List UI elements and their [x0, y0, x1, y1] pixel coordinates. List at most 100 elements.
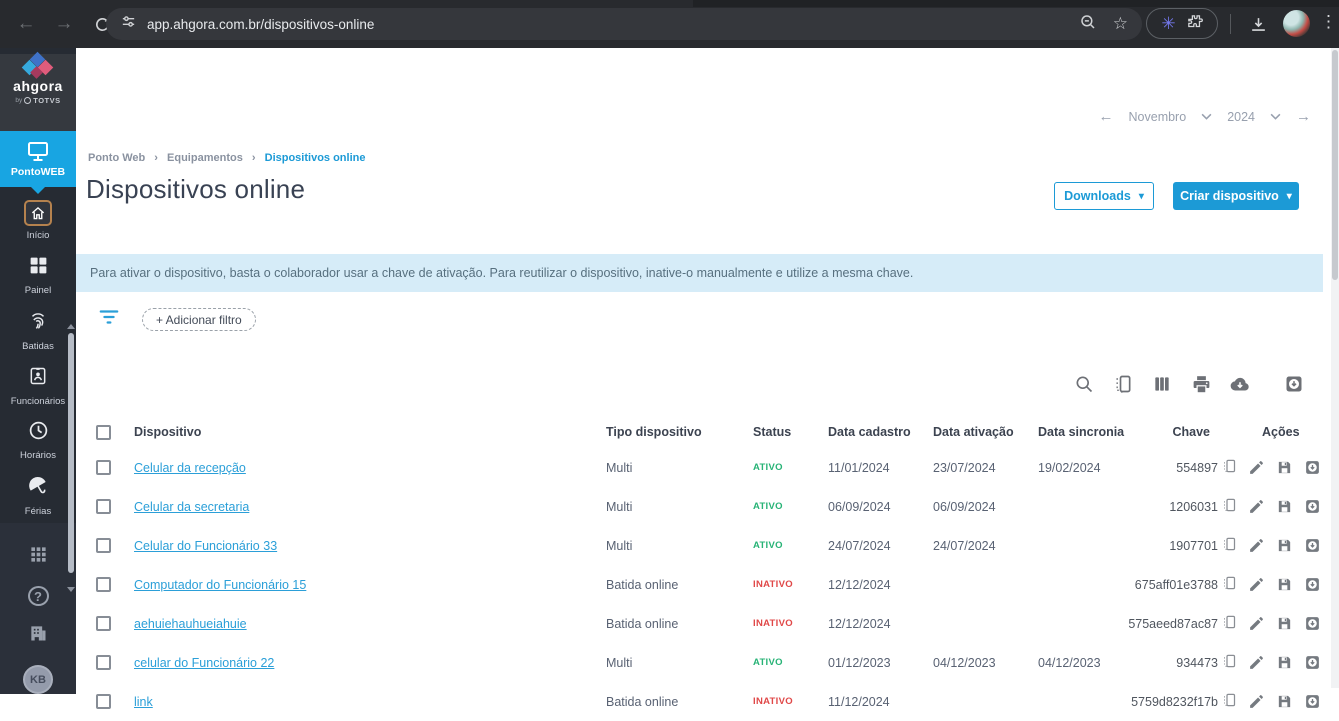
edit-icon[interactable] [1247, 498, 1265, 516]
save-icon[interactable] [1275, 498, 1293, 516]
breadcrumb-equipamentos[interactable]: Equipamentos [167, 152, 243, 164]
downloads-tray-icon[interactable] [1246, 12, 1270, 36]
device-link[interactable]: aehuiehauhueiahuie [134, 617, 247, 631]
device-link[interactable]: link [134, 695, 153, 709]
select-all-checkbox[interactable] [96, 424, 111, 440]
year-chevron-icon[interactable] [1270, 113, 1281, 120]
edit-icon[interactable] [1247, 654, 1265, 672]
export-archive-icon[interactable] [1283, 373, 1305, 395]
extensions-pill[interactable]: ✳ [1146, 8, 1218, 39]
archive-download-icon[interactable] [1303, 693, 1321, 711]
zoom-out-icon[interactable] [1079, 13, 1097, 36]
edit-icon[interactable] [1247, 576, 1265, 594]
browser-menu-icon[interactable]: ⋮ [1320, 12, 1337, 32]
bookmark-star-icon[interactable]: ☆ [1113, 14, 1128, 34]
print-icon[interactable] [1190, 373, 1212, 395]
copy-key-icon[interactable] [1222, 536, 1237, 555]
archive-download-icon[interactable] [1303, 498, 1321, 516]
table-row: aehuiehauhueiahuie Batida online INATIVO… [96, 604, 1323, 643]
prev-month-icon[interactable]: ← [1099, 108, 1114, 125]
copy-key-icon[interactable] [1222, 458, 1237, 477]
user-avatar[interactable]: KB [23, 665, 53, 694]
device-link[interactable]: Celular da recepção [134, 461, 246, 475]
filter-funnel-icon[interactable] [98, 308, 120, 331]
copy-key-icon[interactable] [1222, 692, 1237, 711]
edit-icon[interactable] [1247, 693, 1265, 711]
sidebar-item-horarios[interactable]: Horários [0, 420, 76, 475]
copy-key-icon[interactable] [1222, 575, 1237, 594]
sidebar-scroll-thumb[interactable] [68, 333, 74, 573]
breadcrumb-ponto-web[interactable]: Ponto Web [88, 152, 145, 164]
sidebar-item-batidas[interactable]: Batidas [0, 310, 76, 365]
status-badge: INATIVO [753, 579, 793, 590]
page-scroll-thumb[interactable] [1332, 50, 1338, 280]
row-checkbox[interactable] [96, 460, 111, 475]
save-icon[interactable] [1275, 615, 1293, 633]
copy-key-icon[interactable] [1222, 497, 1237, 516]
month-chevron-icon[interactable] [1201, 113, 1212, 120]
archive-download-icon[interactable] [1303, 459, 1321, 477]
archive-download-icon[interactable] [1303, 537, 1321, 555]
save-icon[interactable] [1275, 693, 1293, 711]
browser-forward-icon[interactable]: → [52, 12, 76, 36]
create-device-button[interactable]: Criar dispositivo ▾ [1173, 182, 1299, 210]
page-scrollbar[interactable] [1331, 48, 1339, 688]
next-month-icon[interactable]: → [1296, 108, 1311, 125]
edit-icon[interactable] [1247, 459, 1265, 477]
sidebar-scrollbar[interactable] [67, 324, 75, 654]
save-icon[interactable] [1275, 459, 1293, 477]
extensions-puzzle-icon[interactable] [1186, 13, 1203, 35]
url-text[interactable]: app.ahgora.com.br/dispositivos-online [147, 17, 1079, 32]
archive-download-icon[interactable] [1303, 576, 1321, 594]
row-checkbox[interactable] [96, 577, 111, 592]
help-icon[interactable]: ? [27, 586, 49, 607]
device-link[interactable]: Celular do Funcionário 33 [134, 539, 277, 553]
downloads-button[interactable]: Downloads ▾ [1054, 182, 1154, 210]
scroll-up-arrow[interactable] [67, 324, 75, 329]
table-row: Celular da secretaria Multi ATIVO 06/09/… [96, 487, 1323, 526]
row-checkbox[interactable] [96, 694, 111, 709]
chave-value: 675aff01e3788 [1134, 577, 1218, 592]
row-checkbox[interactable] [96, 538, 111, 553]
sidebar-item-painel[interactable]: Painel [0, 255, 76, 310]
company-building-icon[interactable] [28, 623, 48, 648]
row-checkbox[interactable] [96, 616, 111, 631]
scroll-down-arrow[interactable] [67, 587, 75, 592]
save-icon[interactable] [1275, 654, 1293, 672]
archive-download-icon[interactable] [1303, 654, 1321, 672]
sidebar-item-label: Horários [20, 450, 56, 461]
cloud-download-icon[interactable] [1229, 373, 1251, 395]
copy-key-icon[interactable] [1222, 614, 1237, 633]
row-checkbox[interactable] [96, 499, 111, 514]
columns-icon[interactable] [1151, 373, 1173, 395]
active-tab[interactable] [0, 0, 693, 7]
save-icon[interactable] [1275, 576, 1293, 594]
save-icon[interactable] [1275, 537, 1293, 555]
search-icon[interactable] [1073, 373, 1095, 395]
sidebar-item-pontoweb[interactable]: PontoWEB [0, 131, 76, 194]
add-filter-button[interactable]: + Adicionar filtro [142, 308, 256, 331]
copy-device-icon[interactable] [1112, 373, 1134, 395]
sidebar-item-inicio[interactable]: Início [0, 200, 76, 255]
device-link[interactable]: Computador do Funcionário 15 [134, 578, 306, 592]
info-banner-text: Para ativar o dispositivo, basta o colab… [90, 266, 914, 280]
year-select[interactable]: 2024 [1227, 110, 1255, 124]
archive-download-icon[interactable] [1303, 615, 1321, 633]
url-bar[interactable]: app.ahgora.com.br/dispositivos-online ☆ [106, 8, 1142, 40]
apps-grid-icon[interactable] [29, 545, 48, 569]
copy-key-icon[interactable] [1222, 653, 1237, 672]
month-select[interactable]: Novembro [1129, 110, 1187, 124]
sidebar-item-ferias[interactable]: Férias [0, 475, 76, 530]
sidebar-item-funcionarios[interactable]: Funcionários [0, 365, 76, 420]
row-checkbox[interactable] [96, 655, 111, 670]
device-link[interactable]: Celular da secretaria [134, 500, 249, 514]
edit-icon[interactable] [1247, 615, 1265, 633]
browser-profile-avatar[interactable] [1283, 10, 1310, 37]
edit-icon[interactable] [1247, 537, 1265, 555]
device-link[interactable]: celular do Funcionário 22 [134, 656, 274, 670]
sidebar-item-label: Batidas [22, 341, 54, 352]
browser-back-icon[interactable]: ← [14, 12, 38, 36]
extension-burst-icon[interactable]: ✳ [1161, 15, 1175, 32]
sidebar: ahgora by TOTVS PontoWEB Início Painel B… [0, 48, 76, 694]
site-settings-icon[interactable] [120, 13, 137, 35]
